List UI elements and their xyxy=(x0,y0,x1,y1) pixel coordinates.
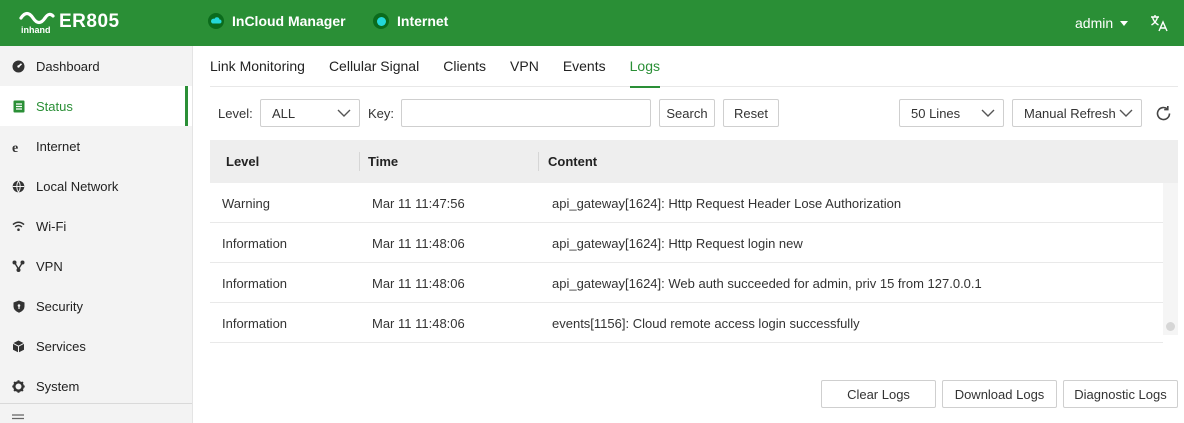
column-divider xyxy=(359,152,360,171)
sidebar-item-label: VPN xyxy=(36,258,63,274)
sidebar-item-status[interactable]: Status xyxy=(0,86,192,126)
chevron-down-icon xyxy=(1119,109,1133,117)
table-row: Warning Mar 11 11:47:56 api_gateway[1624… xyxy=(210,183,1163,223)
level-select[interactable]: ALL xyxy=(260,99,360,127)
level-select-value: ALL xyxy=(272,105,296,121)
tab-logs[interactable]: Logs xyxy=(629,47,661,88)
incloud-manager-label: InCloud Manager xyxy=(232,13,346,29)
tab-clients[interactable]: Clients xyxy=(443,47,486,87)
cell-level: Information xyxy=(222,236,288,251)
table-row: Information Mar 11 11:48:06 api_gateway[… xyxy=(210,263,1163,303)
column-header-level: Level xyxy=(226,154,260,169)
sidebar-item-system[interactable]: System xyxy=(0,366,192,406)
inhand-logo: inhand xyxy=(19,11,55,35)
table-scrollbar-thumb[interactable] xyxy=(1166,322,1175,331)
cell-content: events[1156]: Cloud remote access login … xyxy=(552,316,860,331)
cell-level: Warning xyxy=(222,196,270,211)
sidebar-item-local-network[interactable]: Local Network xyxy=(0,166,192,206)
tab-events[interactable]: Events xyxy=(563,47,606,87)
shield-icon xyxy=(12,300,25,313)
table-row: Information Mar 11 11:48:06 events[1156]… xyxy=(210,303,1163,343)
status-icon xyxy=(12,100,25,113)
sidebar-item-vpn[interactable]: VPN xyxy=(0,246,192,286)
table-scrollbar[interactable] xyxy=(1163,183,1178,335)
sidebar-item-label: Services xyxy=(36,338,86,354)
internet-status-label: Internet xyxy=(397,13,449,29)
wifi-icon xyxy=(12,220,25,233)
reset-button[interactable]: Reset xyxy=(723,99,779,127)
key-input[interactable] xyxy=(401,99,651,127)
sidebar-item-services[interactable]: Services xyxy=(0,326,192,366)
sidebar-item-wifi[interactable]: Wi-Fi xyxy=(0,206,192,246)
top-bar: inhand ER805 InCloud Manager Internet ad… xyxy=(0,0,1184,46)
logs-table: Level Time Content Warning Mar 11 11:47:… xyxy=(210,140,1178,343)
search-button[interactable]: Search xyxy=(659,99,715,127)
sidebar-item-label: System xyxy=(36,378,80,394)
chevron-down-icon xyxy=(981,109,995,117)
dashboard-icon xyxy=(12,60,25,73)
cube-icon xyxy=(12,340,25,353)
key-label: Key: xyxy=(368,106,395,121)
cell-content: api_gateway[1624]: Http Request login ne… xyxy=(552,236,803,251)
lines-select[interactable]: 50 Lines xyxy=(899,99,1004,127)
sidebar-item-label: Wi-Fi xyxy=(36,218,67,234)
status-tabs: Link Monitoring Cellular Signal Clients … xyxy=(210,47,1178,88)
table-header: Level Time Content xyxy=(210,140,1178,183)
cell-time: Mar 11 11:48:06 xyxy=(372,236,465,251)
gear-icon xyxy=(12,379,25,393)
cloud-icon xyxy=(208,13,224,29)
svg-text:inhand: inhand xyxy=(21,25,51,35)
refresh-mode-select[interactable]: Manual Refresh xyxy=(1012,99,1142,127)
refresh-icon[interactable] xyxy=(1155,105,1172,122)
vpn-icon xyxy=(12,260,25,273)
collapse-menu-icon[interactable] xyxy=(12,414,24,423)
internet-status-icon xyxy=(373,13,389,29)
translate-icon[interactable] xyxy=(1150,14,1168,32)
cell-level: Information xyxy=(222,316,288,331)
caret-down-icon xyxy=(1120,20,1129,26)
cell-content: api_gateway[1624]: Web auth succeeded fo… xyxy=(552,276,982,291)
tab-cellular-signal[interactable]: Cellular Signal xyxy=(329,47,419,87)
user-menu[interactable]: admin xyxy=(1075,15,1129,31)
cell-time: Mar 11 11:48:06 xyxy=(372,276,465,291)
column-header-time: Time xyxy=(368,154,399,169)
sidebar-item-security[interactable]: Security xyxy=(0,286,192,326)
chevron-down-icon xyxy=(337,109,351,117)
table-row: Information Mar 11 11:48:06 api_gateway[… xyxy=(210,223,1163,263)
sidebar-item-dashboard[interactable]: Dashboard xyxy=(0,46,192,86)
column-divider xyxy=(538,152,539,171)
column-header-content: Content xyxy=(548,154,598,169)
device-model: ER805 xyxy=(59,11,120,32)
cell-time: Mar 11 11:48:06 xyxy=(372,316,465,331)
sidebar-item-label: Local Network xyxy=(36,178,119,194)
cell-time: Mar 11 11:47:56 xyxy=(372,196,465,211)
download-logs-button[interactable]: Download Logs xyxy=(942,380,1057,408)
internet-status[interactable]: Internet xyxy=(373,13,448,29)
sidebar-divider xyxy=(0,403,192,404)
user-name: admin xyxy=(1075,15,1114,31)
level-label: Level: xyxy=(218,106,253,121)
sidebar-item-label: Status xyxy=(36,98,73,114)
diagnostic-logs-button[interactable]: Diagnostic Logs xyxy=(1063,380,1178,408)
sidebar-item-label: Security xyxy=(36,298,83,314)
tab-vpn[interactable]: VPN xyxy=(510,47,539,87)
cell-level: Information xyxy=(222,276,288,291)
clear-logs-button[interactable]: Clear Logs xyxy=(821,380,936,408)
sidebar-item-internet[interactable]: e Internet xyxy=(0,126,192,166)
lines-select-value: 50 Lines xyxy=(911,105,961,121)
refresh-mode-value: Manual Refresh xyxy=(1024,105,1116,121)
incloud-manager-link[interactable]: InCloud Manager xyxy=(208,13,346,29)
internet-icon: e xyxy=(12,140,25,153)
sidebar-item-label: Internet xyxy=(36,138,81,154)
sidebar: Dashboard Status e Internet Local Networ… xyxy=(0,46,193,423)
sidebar-item-label: Dashboard xyxy=(36,58,100,74)
svg-text:e: e xyxy=(12,141,18,153)
globe-icon xyxy=(12,179,25,193)
cell-content: api_gateway[1624]: Http Request Header L… xyxy=(552,196,902,211)
tab-link-monitoring[interactable]: Link Monitoring xyxy=(210,47,305,87)
